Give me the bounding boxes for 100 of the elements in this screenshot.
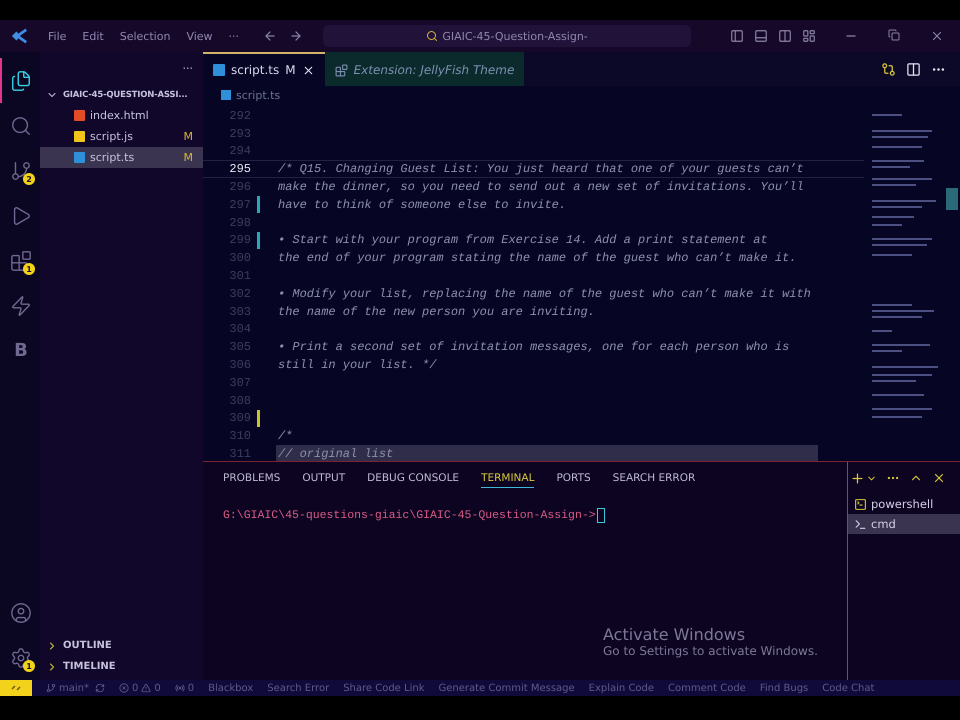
terminal-icon (854, 518, 867, 530)
restore-icon[interactable] (888, 29, 900, 41)
line-number: 295 (228, 162, 251, 176)
ts-file-icon (213, 64, 225, 76)
status-item[interactable]: Share Code Link (343, 682, 424, 694)
code-line: • Modify your list, replacing the name of the guest who can’t make it with (278, 286, 811, 301)
code-line: the name of the new person you are inviting. (278, 304, 595, 319)
terminal-prompt: G:\GIAIC\45-questions-giaic\GIAIC-45-Question-Assign-> (223, 509, 596, 522)
broadcast-icon (174, 683, 185, 693)
line-number: 308 (228, 394, 251, 408)
close-panel-icon[interactable] (932, 471, 946, 485)
warning-icon (141, 683, 152, 693)
panel-toggle-icon[interactable] (754, 29, 768, 43)
code-line: the end of your program stating the name of the guest who can’t make it. (278, 251, 796, 266)
line-number: 294 (228, 144, 251, 158)
extensions-icon[interactable] (10, 250, 32, 272)
menu-item[interactable]: ··· (220, 30, 248, 42)
menu-item[interactable]: File (40, 30, 74, 42)
activation-title: Activate Windows (603, 625, 746, 644)
search-icon (426, 30, 438, 42)
folder-name[interactable]: GIAIC-45-QUESTION-ASSI... (63, 90, 188, 100)
forward-icon[interactable] (289, 29, 304, 43)
panel-tab[interactable]: PORTS (556, 468, 591, 488)
explorer-entry[interactable]: script.js M (40, 126, 203, 147)
back-icon[interactable] (263, 29, 278, 43)
code-line: // original list (278, 447, 394, 461)
layout-icon[interactable] (802, 29, 816, 43)
breadcrumb-item[interactable]: script.ts (236, 88, 280, 102)
terminal-icon (854, 498, 867, 510)
split-editor-icon[interactable] (906, 62, 921, 76)
section-header[interactable]: TIMELINE (63, 661, 116, 672)
status-item[interactable]: Search Error (267, 682, 330, 694)
status-item[interactable]: Explain Code (588, 682, 654, 694)
compare-icon[interactable] (881, 62, 896, 76)
terminal-item[interactable]: cmd (848, 514, 960, 534)
more-actions[interactable]: ··· (182, 62, 193, 74)
code-line: • Print a second set of invitation messages, one for each person who is (278, 340, 790, 354)
source-control-icon[interactable] (10, 160, 32, 182)
editor-tab[interactable]: script.ts M (203, 52, 325, 86)
branch-icon (46, 683, 56, 693)
extension-icon (334, 64, 348, 76)
count-badge: 2 (23, 173, 35, 185)
code-line: still in your list. */ (278, 358, 436, 372)
line-number: 310 (228, 429, 251, 444)
split-icon[interactable] (778, 29, 792, 43)
branch-status[interactable]: main* (46, 682, 89, 694)
line-number: 297 (228, 198, 251, 212)
js-file-icon (74, 131, 85, 142)
panel-tab[interactable]: PROBLEMS (223, 468, 280, 488)
status-item[interactable]: Generate Commit Message (438, 682, 575, 694)
menu-item[interactable]: Edit (74, 30, 112, 42)
line-number: 305 (228, 340, 251, 354)
code-line: • Start with your program from Exercise 14. Add a print statement at (278, 233, 768, 248)
blackbox-button[interactable]: B (14, 340, 28, 361)
code-line: make the dinner, so you need to send out a new set of invitations. You’ll (278, 180, 804, 194)
line-number: 298 (228, 216, 251, 230)
new-terminal-icon[interactable] (850, 470, 865, 486)
panel-tab[interactable]: TERMINAL (481, 468, 534, 488)
status-item[interactable]: Code Chat (822, 682, 874, 694)
terminal-item[interactable]: powershell (848, 494, 960, 514)
section-header[interactable]: OUTLINE (63, 640, 112, 651)
ts-file-icon (221, 90, 231, 100)
status-item[interactable]: Comment Code (668, 682, 746, 694)
command-center[interactable]: GIAIC-45-Question-Assign- (323, 25, 692, 47)
code-line: /* Q15. Changing Guest List: You just heard that one of your guests can’t (278, 162, 804, 176)
line-number: 304 (228, 322, 251, 336)
line-number: 303 (228, 304, 251, 319)
bolt-icon[interactable] (10, 294, 32, 316)
status-item[interactable]: Blackbox (208, 682, 254, 694)
line-number: 300 (228, 251, 251, 266)
code-line: /* (278, 429, 292, 444)
line-number: 306 (228, 358, 251, 372)
ts-file-icon (74, 152, 85, 163)
sync-icon[interactable] (95, 683, 105, 693)
close-icon[interactable] (302, 64, 315, 76)
account-icon[interactable] (10, 602, 32, 624)
line-number: 302 (228, 286, 251, 301)
search-icon[interactable] (10, 114, 32, 136)
activation-message: Go to Settings to activate Windows. (603, 644, 818, 658)
explorer-entry[interactable]: index.html (40, 105, 203, 126)
menu-item[interactable]: Selection (112, 30, 178, 42)
app-logo-icon (12, 28, 28, 44)
explorer-entry[interactable]: script.ts M (40, 147, 203, 168)
line-number: 299 (228, 233, 251, 248)
error-icon (119, 683, 129, 693)
status-item[interactable]: Find Bugs (760, 682, 808, 694)
problems-status[interactable]: 0 0 (119, 682, 161, 694)
line-number: 301 (228, 269, 251, 284)
panel-tab[interactable]: OUTPUT (302, 468, 346, 488)
terminal-cursor (596, 508, 605, 523)
editor-tab[interactable]: Extension: JellyFish Theme (324, 52, 524, 86)
code-line: have to think of someone else to invite. (278, 198, 566, 212)
menu-item[interactable]: View (178, 30, 221, 42)
panel-tab[interactable]: DEBUG CONSOLE (367, 468, 460, 488)
settings-icon[interactable] (10, 646, 32, 668)
line-number: 293 (228, 126, 251, 141)
panel-tab[interactable]: SEARCH ERROR (612, 468, 696, 488)
explorer-icon[interactable] (10, 70, 32, 92)
ports-status[interactable]: 0 (174, 682, 194, 694)
sidebar-toggle-icon[interactable] (730, 29, 744, 43)
